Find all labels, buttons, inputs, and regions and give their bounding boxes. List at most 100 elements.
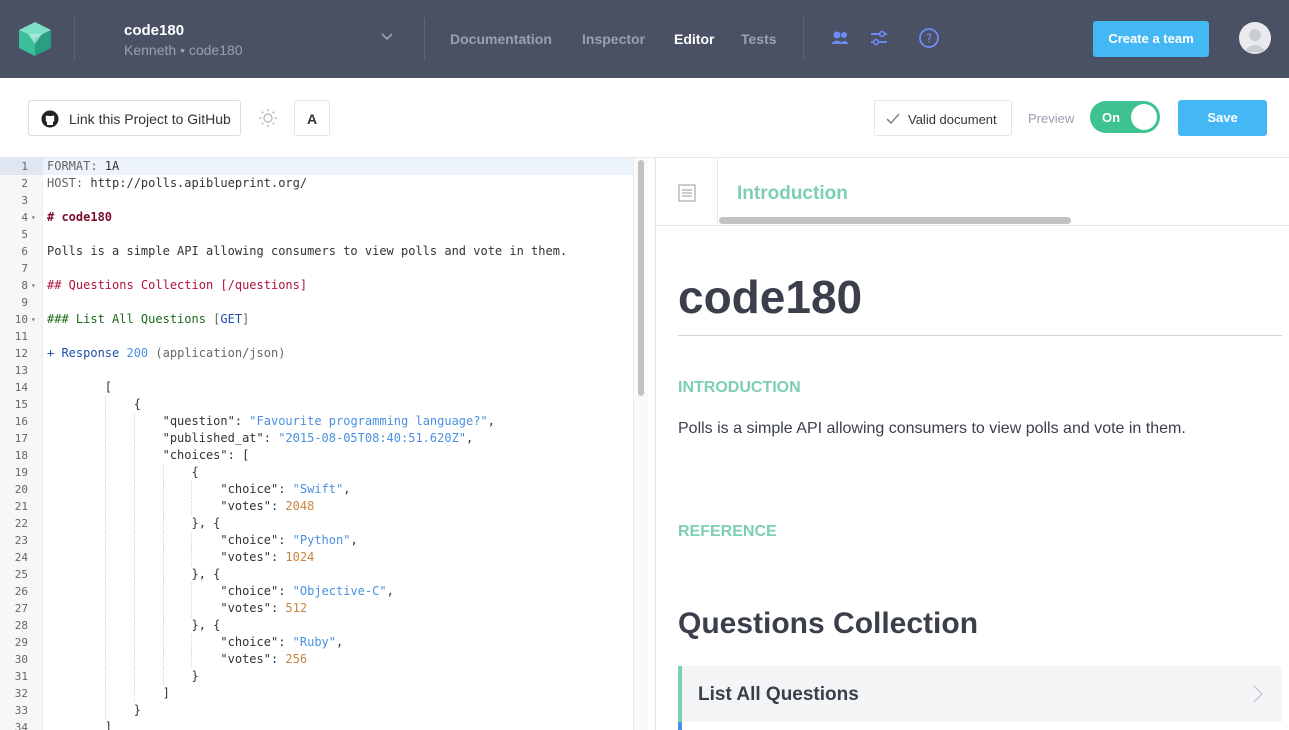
- settings-sliders-icon[interactable]: [868, 27, 890, 49]
- code-line[interactable]: 32 ]: [0, 685, 640, 702]
- code-line[interactable]: 23 "choice": "Python",: [0, 532, 640, 549]
- project-owner[interactable]: Kenneth • code180: [124, 42, 243, 58]
- code-text[interactable]: "question": "Favourite programming langu…: [47, 413, 495, 430]
- code-editor[interactable]: 1 FORMAT: 1A 2 HOST: http://polls.apibluepr…: [0, 158, 648, 730]
- action-list-all-questions[interactable]: List All Questions: [678, 666, 1282, 722]
- code-text[interactable]: }, {: [47, 617, 220, 634]
- save-button[interactable]: Save: [1178, 100, 1267, 136]
- code-line[interactable]: 18 "choices": [: [0, 447, 640, 464]
- code-line[interactable]: 7: [0, 260, 640, 277]
- code-text[interactable]: FORMAT: 1A: [47, 158, 119, 175]
- code-line[interactable]: 22 }, {: [0, 515, 640, 532]
- code-text[interactable]: }, {: [47, 566, 220, 583]
- code-text[interactable]: "votes": 512: [47, 600, 307, 617]
- code-text[interactable]: "choice": "Objective-C",: [47, 583, 393, 600]
- theme-toggle-icon[interactable]: [258, 108, 278, 128]
- help-icon[interactable]: ?: [918, 27, 940, 49]
- code-line[interactable]: 13: [0, 362, 640, 379]
- code-text[interactable]: "votes": 256: [47, 651, 307, 668]
- code-line[interactable]: 33 }: [0, 702, 640, 719]
- fold-toggle-icon[interactable]: ▾: [31, 311, 36, 328]
- chevron-down-icon[interactable]: [380, 30, 394, 44]
- scrollbar-thumb[interactable]: [638, 160, 644, 396]
- code-line[interactable]: 24 "votes": 1024: [0, 549, 640, 566]
- code-line[interactable]: 29 "choice": "Ruby",: [0, 634, 640, 651]
- divider: [803, 18, 804, 60]
- code-line[interactable]: 30 "votes": 256: [0, 651, 640, 668]
- code-text[interactable]: ]: [47, 719, 112, 730]
- apiary-logo-icon[interactable]: [16, 20, 54, 58]
- toc-scrollbar[interactable]: [719, 216, 1289, 226]
- team-icon[interactable]: [829, 27, 851, 49]
- nav-tests[interactable]: Tests: [741, 31, 777, 47]
- code-line[interactable]: 31 }: [0, 668, 640, 685]
- scrollbar-thumb[interactable]: [719, 217, 1071, 224]
- code-line[interactable]: 17 "published_at": "2015-08-05T08:40:51.…: [0, 430, 640, 447]
- code-text[interactable]: ## Questions Collection [/questions]: [47, 277, 307, 294]
- code-line[interactable]: 26 "choice": "Objective-C",: [0, 583, 640, 600]
- code-text[interactable]: "published_at": "2015-08-05T08:40:51.620…: [47, 430, 474, 447]
- github-icon: [41, 110, 59, 128]
- code-line[interactable]: 16 "question": "Favourite programming la…: [0, 413, 640, 430]
- code-line[interactable]: 2 HOST: http://polls.apiblueprint.org/: [0, 175, 640, 192]
- code-text[interactable]: "choices": [: [47, 447, 250, 464]
- code-text[interactable]: "votes": 1024: [47, 549, 314, 566]
- code-line[interactable]: 8 ▾ ## Questions Collection [/questions]: [0, 277, 640, 294]
- code-line[interactable]: 3: [0, 192, 640, 209]
- code-token: ,: [336, 635, 344, 649]
- code-line[interactable]: 20 "choice": "Swift",: [0, 481, 640, 498]
- code-line[interactable]: 19 {: [0, 464, 640, 481]
- code-text[interactable]: # code180: [47, 209, 112, 226]
- link-github-button[interactable]: Link this Project to GitHub: [28, 100, 241, 136]
- nav-documentation[interactable]: Documentation: [450, 31, 552, 47]
- create-team-button[interactable]: Create a team: [1093, 21, 1209, 57]
- code-line[interactable]: 27 "votes": 512: [0, 600, 640, 617]
- line-number: 2: [21, 177, 28, 190]
- code-line[interactable]: 12 + Response 200 (application/json): [0, 345, 640, 362]
- line-number: 1: [21, 160, 28, 173]
- editor-scrollbar[interactable]: [633, 158, 648, 730]
- code-text[interactable]: "choice": "Swift",: [47, 481, 350, 498]
- code-text[interactable]: }: [47, 668, 198, 685]
- code-text[interactable]: HOST: http://polls.apiblueprint.org/: [47, 175, 307, 192]
- code-line[interactable]: 25 }, {: [0, 566, 640, 583]
- preview-toggle[interactable]: On: [1090, 101, 1160, 133]
- code-line[interactable]: 34 ]: [0, 719, 640, 730]
- code-text[interactable]: Polls is a simple API allowing consumers…: [47, 243, 567, 260]
- validation-status[interactable]: Valid document: [874, 100, 1012, 136]
- line-number: 10: [14, 313, 28, 326]
- code-text[interactable]: ### List All Questions [GET]: [47, 311, 249, 328]
- code-line[interactable]: 11: [0, 328, 640, 345]
- code-text[interactable]: [: [47, 379, 112, 396]
- code-line[interactable]: 9: [0, 294, 640, 311]
- avatar[interactable]: [1239, 22, 1271, 54]
- code-text[interactable]: }: [47, 702, 141, 719]
- font-size-button[interactable]: A: [294, 100, 330, 136]
- document-icon[interactable]: [678, 184, 696, 202]
- code-text[interactable]: + Response 200 (application/json): [47, 345, 285, 362]
- code-line[interactable]: 28 }, {: [0, 617, 640, 634]
- code-line[interactable]: 14 [: [0, 379, 640, 396]
- code-line[interactable]: 6 Polls is a simple API allowing consumer…: [0, 243, 640, 260]
- fold-toggle-icon[interactable]: ▾: [31, 277, 36, 294]
- code-line[interactable]: 5: [0, 226, 640, 243]
- nav-editor[interactable]: Editor: [674, 31, 714, 47]
- code-line[interactable]: 10 ▾ ### List All Questions [GET]: [0, 311, 640, 328]
- code-token: {: [47, 465, 199, 479]
- code-text[interactable]: {: [47, 464, 199, 481]
- code-text[interactable]: }, {: [47, 515, 220, 532]
- code-text[interactable]: "choice": "Ruby",: [47, 634, 343, 651]
- code-text[interactable]: "votes": 2048: [47, 498, 314, 515]
- toc-introduction-link[interactable]: Introduction: [737, 183, 848, 205]
- code-line[interactable]: 21 "votes": 2048: [0, 498, 640, 515]
- code-text[interactable]: "choice": "Python",: [47, 532, 357, 549]
- code-line[interactable]: 1 FORMAT: 1A: [0, 158, 640, 175]
- code-token: }, {: [47, 618, 221, 632]
- project-name[interactable]: code180: [124, 22, 184, 39]
- code-line[interactable]: 4 ▾ # code180: [0, 209, 640, 226]
- code-line[interactable]: 15 {: [0, 396, 640, 413]
- fold-toggle-icon[interactable]: ▾: [31, 209, 36, 226]
- code-text[interactable]: ]: [47, 685, 170, 702]
- code-text[interactable]: {: [47, 396, 141, 413]
- nav-inspector[interactable]: Inspector: [582, 31, 645, 47]
